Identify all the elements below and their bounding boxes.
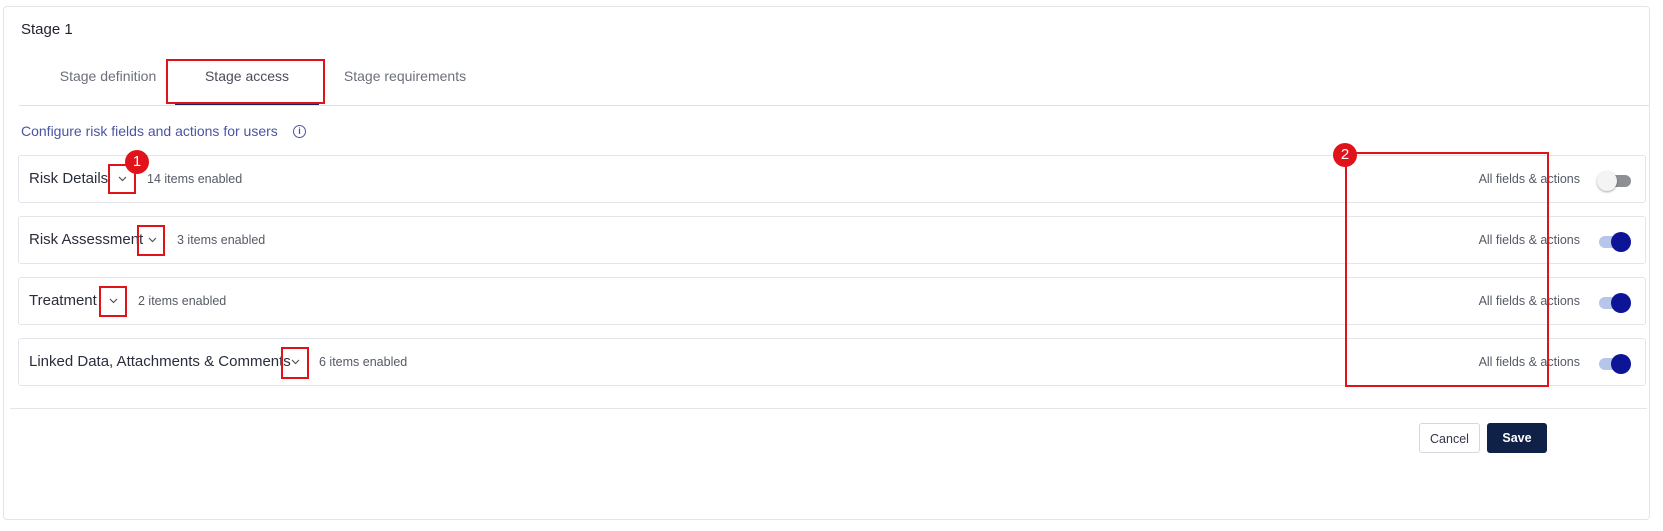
all-fields-label: All fields & actions	[1478, 172, 1580, 186]
items-count: 2 items enabled	[138, 294, 227, 308]
items-count: 14 items enabled	[147, 172, 243, 186]
all-fields-label: All fields & actions	[1478, 294, 1580, 308]
section-treatment: Treatment 2 items enabled All fields & a…	[18, 277, 1646, 325]
section-risk-details: Risk Details 14 items enabled All fields…	[18, 155, 1646, 203]
tab-stage-definition[interactable]: Stage definition	[33, 63, 183, 103]
all-fields-toggle[interactable]	[1597, 353, 1633, 375]
info-icon[interactable]: i	[293, 125, 306, 138]
configure-link[interactable]: Configure risk fields and actions for us…	[21, 123, 278, 139]
section-risk-assessment: Risk Assessment 3 items enabled All fiel…	[18, 216, 1646, 264]
tab-stage-requirements[interactable]: Stage requirements	[335, 63, 475, 103]
chevron-down-icon[interactable]	[141, 230, 163, 252]
annotation-badge-1: 1	[125, 150, 149, 174]
save-button[interactable]: Save	[1487, 423, 1547, 453]
footer-divider	[10, 408, 1647, 409]
all-fields-toggle[interactable]	[1597, 292, 1633, 314]
all-fields-label: All fields & actions	[1478, 233, 1580, 247]
items-count: 3 items enabled	[177, 233, 266, 247]
all-fields-toggle[interactable]	[1597, 170, 1633, 192]
annotation-badge-2: 2	[1333, 143, 1357, 167]
items-count: 6 items enabled	[319, 355, 408, 369]
section-title: Risk Details	[29, 170, 109, 187]
all-fields-label: All fields & actions	[1478, 355, 1580, 369]
tab-stage-access[interactable]: Stage access	[171, 63, 323, 105]
all-fields-toggle[interactable]	[1597, 231, 1633, 253]
section-linked-data: Linked Data, Attachments & Comments 6 it…	[18, 338, 1646, 386]
cancel-button[interactable]: Cancel	[1419, 423, 1480, 453]
section-title: Linked Data, Attachments & Comments	[29, 353, 291, 370]
chevron-down-icon[interactable]	[284, 352, 306, 374]
section-title: Risk Assessment	[29, 231, 144, 248]
tab-bar: Stage definition Stage access Stage requ…	[19, 63, 1649, 106]
chevron-down-icon[interactable]	[111, 169, 133, 191]
page-title: Stage 1	[21, 21, 73, 38]
section-title: Treatment	[29, 292, 97, 309]
chevron-down-icon[interactable]	[102, 291, 124, 313]
